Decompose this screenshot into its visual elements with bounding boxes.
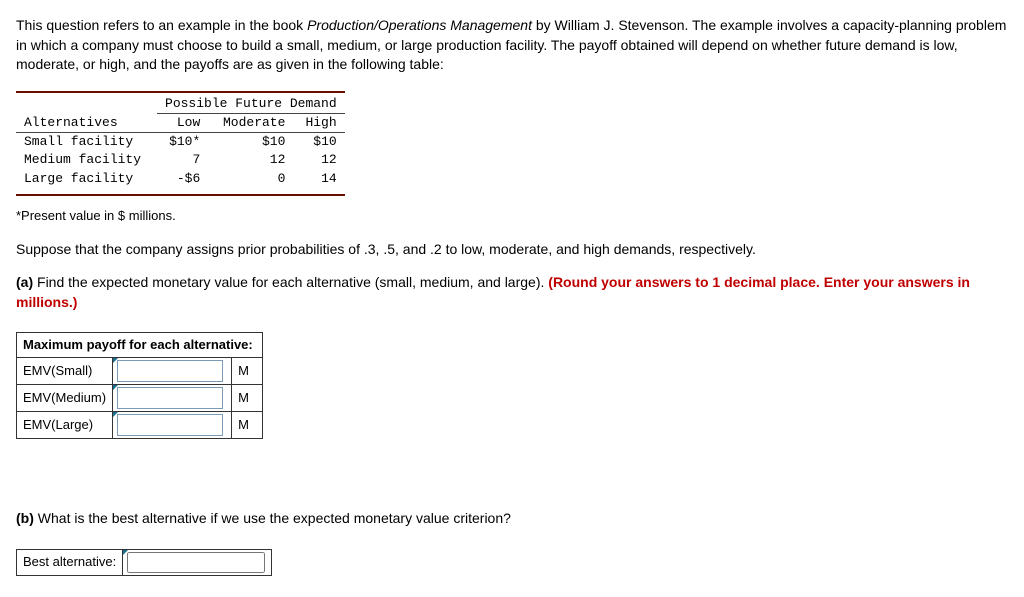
payoff-cell: $10	[293, 133, 344, 152]
input-marker-icon	[123, 550, 128, 555]
emv-unit: M	[232, 412, 263, 439]
payoff-cell: 0	[208, 170, 293, 188]
payoff-table: Possible Future Demand Alternatives Low …	[16, 95, 345, 188]
emv-answer-table: Maximum payoff for each alternative: EMV…	[16, 332, 263, 439]
emv-row-label: EMV(Small)	[17, 358, 113, 385]
best-alternative-input[interactable]	[127, 552, 265, 573]
payoff-row-label: Large facility	[16, 170, 157, 188]
emv-large-input[interactable]	[117, 414, 223, 436]
part-b-label: (b)	[16, 510, 34, 526]
table-row: EMV(Small) M	[17, 358, 263, 385]
best-alt-label: Best alternative:	[17, 550, 123, 576]
payoff-cell: 14	[293, 170, 344, 188]
input-marker-icon	[113, 358, 118, 363]
part-b-text: What is the best alternative if we use t…	[34, 510, 511, 526]
intro-paragraph: This question refers to an example in th…	[16, 16, 1008, 75]
payoff-col-high: High	[293, 113, 344, 132]
probability-line: Suppose that the company assigns prior p…	[16, 240, 1008, 260]
emv-row-label: EMV(Large)	[17, 412, 113, 439]
input-marker-icon	[113, 412, 118, 417]
payoff-cell: -$6	[157, 170, 208, 188]
part-b: (b) What is the best alternative if we u…	[16, 509, 1008, 529]
payoff-col-moderate: Moderate	[208, 113, 293, 132]
payoff-cell: 12	[293, 151, 344, 169]
part-a-label: (a)	[16, 274, 33, 290]
payoff-row-label: Small facility	[16, 133, 157, 152]
payoff-cell: 7	[157, 151, 208, 169]
intro-italic: Production/Operations Management	[307, 17, 532, 33]
input-marker-icon	[113, 385, 118, 390]
table-row: EMV(Medium) M	[17, 385, 263, 412]
part-a-text: Find the expected monetary value for eac…	[33, 274, 548, 290]
emv-unit: M	[232, 358, 263, 385]
emv-medium-input[interactable]	[117, 387, 223, 409]
payoff-cell: $10*	[157, 133, 208, 152]
payoff-cell: 12	[208, 151, 293, 169]
table-row: EMV(Large) M	[17, 412, 263, 439]
payoff-col-alternatives: Alternatives	[16, 113, 157, 132]
payoff-cell: $10	[208, 133, 293, 152]
emv-table-title: Maximum payoff for each alternative:	[17, 333, 263, 358]
best-alternative-table: Best alternative:	[16, 549, 272, 576]
footnote: *Present value in $ millions.	[16, 207, 1008, 225]
intro-text-before: This question refers to an example in th…	[16, 17, 307, 33]
payoff-header-group: Possible Future Demand	[157, 95, 345, 114]
payoff-table-wrapper: Possible Future Demand Alternatives Low …	[16, 91, 345, 196]
payoff-row-label: Medium facility	[16, 151, 157, 169]
part-a: (a) Find the expected monetary value for…	[16, 273, 1008, 312]
payoff-col-low: Low	[157, 113, 208, 132]
emv-unit: M	[232, 385, 263, 412]
emv-small-input[interactable]	[117, 360, 223, 382]
emv-row-label: EMV(Medium)	[17, 385, 113, 412]
